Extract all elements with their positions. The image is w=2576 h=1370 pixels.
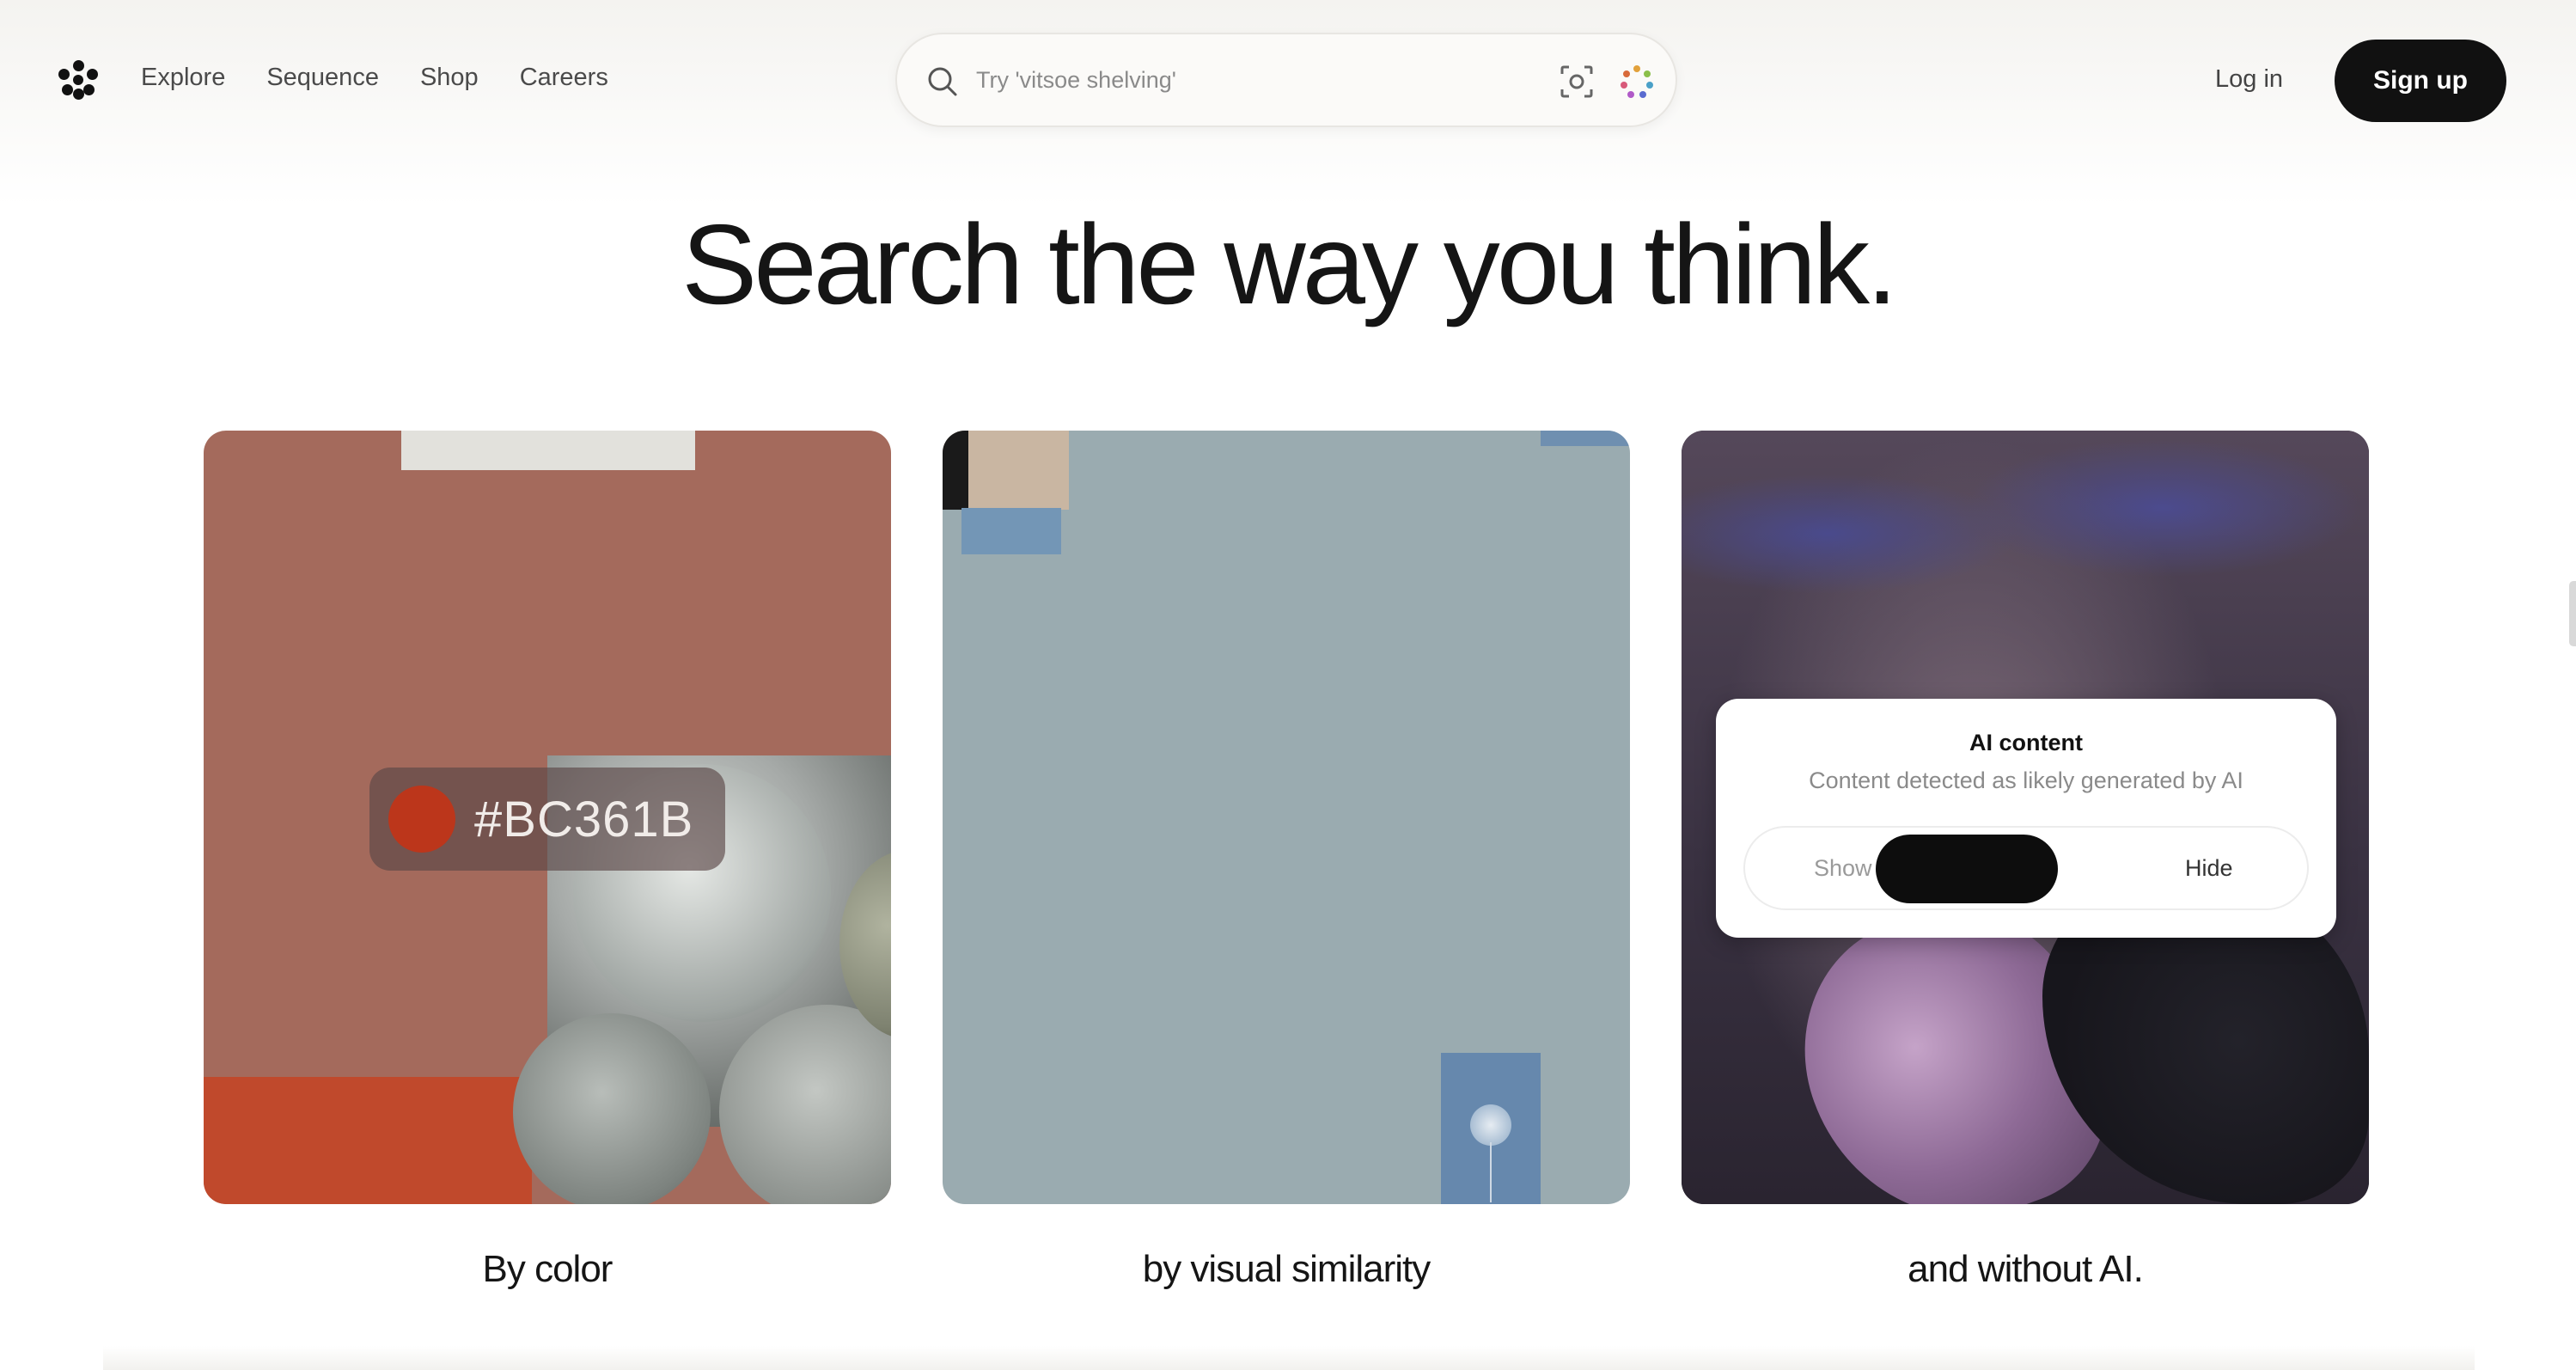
card-caption: By color — [482, 1248, 613, 1290]
nav-careers[interactable]: Careers — [520, 64, 608, 92]
scrollbar-handle[interactable] — [2569, 581, 2576, 646]
top-navigation: Explore Sequence Shop Careers Try 'vitso… — [0, 0, 2576, 162]
main-nav: Explore Sequence Shop Careers — [141, 64, 608, 92]
color-search-card[interactable]: #BC361B — [204, 431, 891, 1204]
search-bar[interactable]: Try 'vitsoe shelving' — [895, 33, 1677, 127]
signup-button[interactable]: Sign up — [2335, 40, 2506, 122]
color-chip: #BC361B — [369, 768, 725, 871]
page: Explore Sequence Shop Careers Try 'vitso… — [0, 0, 2576, 1370]
similar-image-thumb — [961, 508, 1061, 554]
color-dot — [388, 786, 455, 853]
similar-image-thumb — [1541, 431, 1630, 446]
dialog-title: AI content — [1969, 730, 2083, 755]
hero-title: Search the way you think. — [681, 201, 1898, 327]
toggle-knob[interactable] — [1876, 835, 2058, 903]
login-link[interactable]: Log in — [2215, 65, 2283, 94]
card-thumbnail — [401, 431, 695, 470]
visual-similarity-card[interactable] — [943, 431, 1630, 1204]
color-hex-label: #BC361B — [474, 791, 694, 847]
dialog-subtitle: Content detected as likely generated by … — [1809, 768, 2243, 793]
hide-option[interactable]: Hide — [2185, 855, 2233, 882]
dandelion-image — [1441, 1053, 1541, 1204]
ai-content-dialog: AI content Content detected as likely ge… — [1716, 699, 2336, 938]
nav-shop[interactable]: Shop — [420, 64, 479, 92]
search-icon — [928, 67, 957, 96]
card-caption: by visual similarity — [1142, 1248, 1431, 1290]
nav-explore[interactable]: Explore — [141, 64, 225, 92]
show-hide-toggle[interactable]: Show Hide — [1743, 826, 2309, 910]
show-option[interactable]: Show — [1814, 855, 1872, 882]
color-search-icon[interactable] — [1619, 64, 1655, 100]
ai-filter-card[interactable]: AI content Content detected as likely ge… — [1682, 431, 2369, 1204]
nav-sequence[interactable]: Sequence — [266, 64, 379, 92]
section-divider — [103, 1346, 2475, 1370]
logo-icon[interactable] — [58, 60, 98, 100]
visual-search-icon[interactable] — [1559, 64, 1595, 100]
search-input[interactable]: Try 'vitsoe shelving' — [976, 67, 1176, 94]
color-swatch-block — [204, 1077, 532, 1204]
card-caption: and without AI. — [1908, 1248, 2144, 1290]
similar-image-thumb — [943, 431, 968, 510]
